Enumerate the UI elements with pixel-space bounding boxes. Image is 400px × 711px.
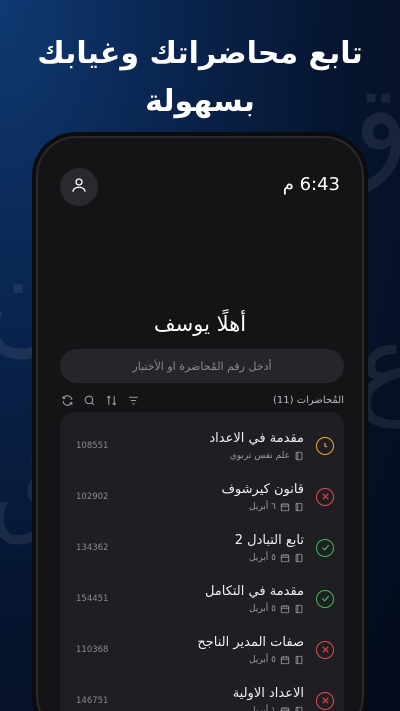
clock-icon xyxy=(316,436,334,455)
sort-icon[interactable] xyxy=(104,393,118,407)
lecture-code: 110368 xyxy=(76,644,109,655)
search-placeholder: أدخل رقم المُحاضرة او الأختبار xyxy=(132,359,272,373)
lecture-meta-text: ٦ أبريل xyxy=(249,502,276,512)
book-icon xyxy=(294,604,304,614)
list-item[interactable]: تابع التبادل 2 ٥ أبريل 134362 xyxy=(60,522,344,573)
list-title: المُحاضرات (11) xyxy=(272,394,344,406)
status-time: 6:43 م xyxy=(282,174,340,195)
lecture-meta-text: ١ أبريل xyxy=(249,706,276,711)
lecture-meta: علم نفس تربوي xyxy=(108,451,304,461)
lecture-code: 146751 xyxy=(76,695,109,706)
lecture-meta: ٥ أبريل xyxy=(108,553,304,563)
list-item[interactable]: صفات المدير الناجح ٥ أبريل 110368 xyxy=(60,624,344,675)
greeting: أهلًا يوسف xyxy=(153,312,247,336)
search-input[interactable]: أدخل رقم المُحاضرة او الأختبار xyxy=(60,349,344,383)
lecture-meta-text: ٥ أبريل xyxy=(249,604,276,614)
lecture-title: تابع التبادل 2 xyxy=(234,533,304,548)
list-header: المُحاضرات (11) xyxy=(60,392,344,408)
list-item[interactable]: قانون كيرشوف ٦ أبريل 102902 xyxy=(60,471,344,522)
list-item-main: مقدمة في التكامل ٥ أبريل xyxy=(108,583,304,614)
lecture-code: 134362 xyxy=(76,542,109,553)
book-icon xyxy=(294,553,304,563)
list-item-main: مقدمة في الاعداد علم نفس تربوي xyxy=(108,430,304,461)
profile-button[interactable] xyxy=(60,168,98,206)
list-item-main: قانون كيرشوف ٦ أبريل xyxy=(108,481,304,512)
lecture-meta: ٥ أبريل xyxy=(108,655,304,665)
check-circle-icon xyxy=(316,538,334,557)
calendar-icon xyxy=(280,706,290,711)
lecture-meta: ١ أبريل xyxy=(108,706,304,711)
list-item[interactable]: مقدمة في التكامل ٥ أبريل 154451 xyxy=(60,573,344,624)
book-icon xyxy=(294,451,304,461)
book-icon xyxy=(294,502,304,512)
lecture-meta-text: ٥ أبريل xyxy=(249,553,276,563)
calendar-icon xyxy=(280,553,290,563)
check-circle-icon xyxy=(316,589,334,608)
lecture-meta: ٦ أبريل xyxy=(108,502,304,512)
lecture-meta-text: ٥ أبريل xyxy=(249,655,276,665)
refresh-icon[interactable] xyxy=(60,393,74,407)
lectures-list: مقدمة في الاعداد علم نفس تربوي 108551 قا… xyxy=(60,412,344,711)
list-item-main: تابع التبادل 2 ٥ أبريل xyxy=(108,532,304,563)
x-circle-icon xyxy=(316,487,334,506)
x-circle-icon xyxy=(316,691,334,710)
filter-icon[interactable] xyxy=(126,393,140,407)
lecture-code: 102902 xyxy=(76,491,109,502)
lecture-title: الاعداد الاولية xyxy=(232,686,304,701)
lecture-title: قانون كيرشوف xyxy=(221,482,304,497)
lecture-code: 108551 xyxy=(76,440,109,451)
calendar-icon xyxy=(280,655,290,665)
promo-headline: تابع محاضراتك وغيابك بسهولة xyxy=(37,36,363,119)
calendar-icon xyxy=(280,604,290,614)
lecture-title: صفات المدير الناجح xyxy=(197,635,304,650)
list-item-main: الاعداد الاولية ١ أبريل xyxy=(108,685,304,711)
x-circle-icon xyxy=(316,640,334,659)
user-icon xyxy=(70,176,88,198)
list-item-main: صفات المدير الناجح ٥ أبريل xyxy=(108,634,304,665)
list-item[interactable]: الاعداد الاولية ١ أبريل 146751 xyxy=(60,675,344,711)
book-icon xyxy=(294,706,304,711)
lecture-title: مقدمة في التكامل xyxy=(204,584,304,599)
phone-frame: 6:43 م أهلًا يوسف أدخل رقم المُحاضرة او … xyxy=(36,136,364,711)
lecture-meta: ٥ أبريل xyxy=(108,604,304,614)
list-item[interactable]: مقدمة في الاعداد علم نفس تربوي 108551 xyxy=(60,420,344,471)
search-icon[interactable] xyxy=(82,393,96,407)
lecture-title: مقدمة في الاعداد xyxy=(209,431,304,446)
book-icon xyxy=(294,655,304,665)
calendar-icon xyxy=(280,502,290,512)
list-tools xyxy=(60,393,140,407)
lecture-meta-text: علم نفس تربوي xyxy=(229,451,290,461)
lecture-code: 154451 xyxy=(76,593,109,604)
